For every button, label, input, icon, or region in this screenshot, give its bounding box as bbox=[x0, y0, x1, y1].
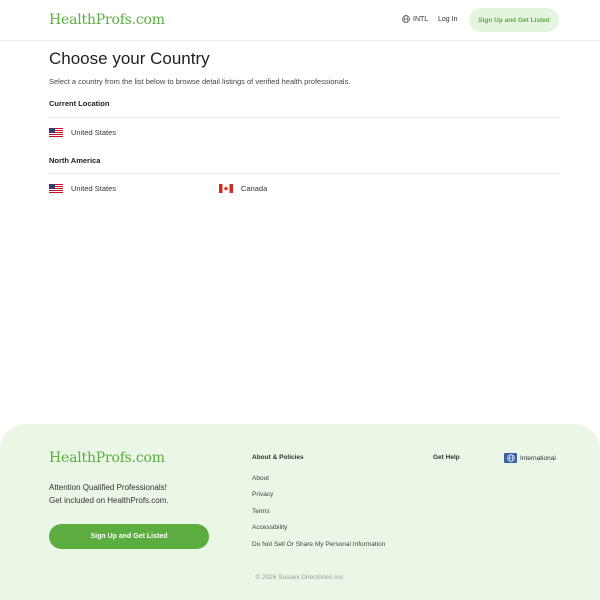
footer-link-terms[interactable]: Terms bbox=[252, 508, 270, 515]
country-name: United States bbox=[71, 184, 117, 193]
footer-link-privacy[interactable]: Privacy bbox=[252, 491, 273, 498]
international-link[interactable]: International bbox=[504, 453, 556, 463]
site-header: HealthProfs.com INTL Log In Sign Up and … bbox=[0, 0, 600, 41]
page-subtitle: Select a country from the list below to … bbox=[49, 77, 351, 86]
attention-line-1: Attention Qualified Professionals! bbox=[49, 483, 167, 492]
international-label: International bbox=[520, 454, 556, 462]
country-link-united-states-current[interactable]: United States bbox=[49, 128, 116, 137]
attention-line-2: Get included on HealthProfs.com. bbox=[49, 495, 169, 505]
country-link-canada[interactable]: Canada bbox=[219, 184, 267, 193]
us-flag-icon bbox=[49, 128, 63, 137]
intl-selector[interactable]: INTL bbox=[402, 15, 428, 23]
intl-label: INTL bbox=[413, 15, 429, 23]
us-flag-icon bbox=[49, 184, 63, 193]
north-america-heading: North America bbox=[49, 156, 101, 165]
page-title: Choose your Country bbox=[49, 49, 210, 68]
current-location-heading: Current Location bbox=[49, 99, 110, 108]
canada-flag-icon bbox=[219, 184, 233, 193]
footer-link-accessibility[interactable]: Accessibility bbox=[252, 524, 287, 531]
copyright: © 2026 Sussex Directories Inc. bbox=[255, 574, 345, 581]
globe-icon bbox=[402, 15, 410, 23]
signup-button[interactable]: Sign Up and Get Listed bbox=[469, 8, 559, 32]
site-logo[interactable]: HealthProfs.com bbox=[49, 12, 165, 28]
country-name: United States bbox=[71, 128, 117, 137]
footer-logo[interactable]: HealthProfs.com bbox=[49, 450, 165, 466]
login-link[interactable]: Log In bbox=[438, 16, 457, 23]
country-link-united-states[interactable]: United States bbox=[49, 184, 116, 193]
country-name: Canada bbox=[241, 184, 268, 193]
footer-signup-button[interactable]: Sign Up and Get Listed bbox=[49, 524, 209, 549]
footer-link-about[interactable]: About bbox=[252, 475, 269, 482]
divider bbox=[49, 117, 559, 118]
divider bbox=[49, 173, 559, 174]
get-help-heading[interactable]: Get Help bbox=[433, 454, 460, 461]
policies-heading: About & Policies bbox=[252, 454, 304, 461]
attention-text: Attention Qualified Professionals! Get i… bbox=[49, 482, 169, 507]
footer-link-do-not-sell[interactable]: Do Not Sell Or Share My Personal Informa… bbox=[252, 541, 385, 548]
globe-icon bbox=[504, 453, 517, 463]
site-footer: HealthProfs.com Attention Qualified Prof… bbox=[0, 424, 600, 600]
